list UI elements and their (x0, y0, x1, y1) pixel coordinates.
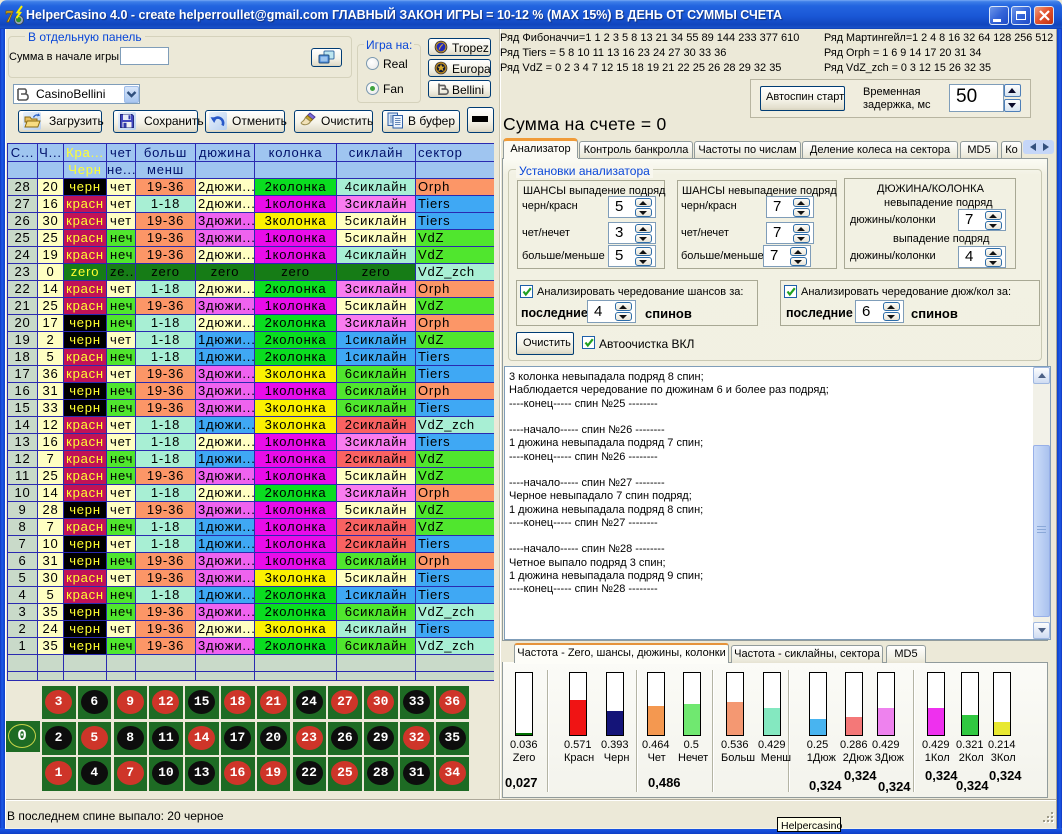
svg-text:7: 7 (5, 7, 14, 25)
